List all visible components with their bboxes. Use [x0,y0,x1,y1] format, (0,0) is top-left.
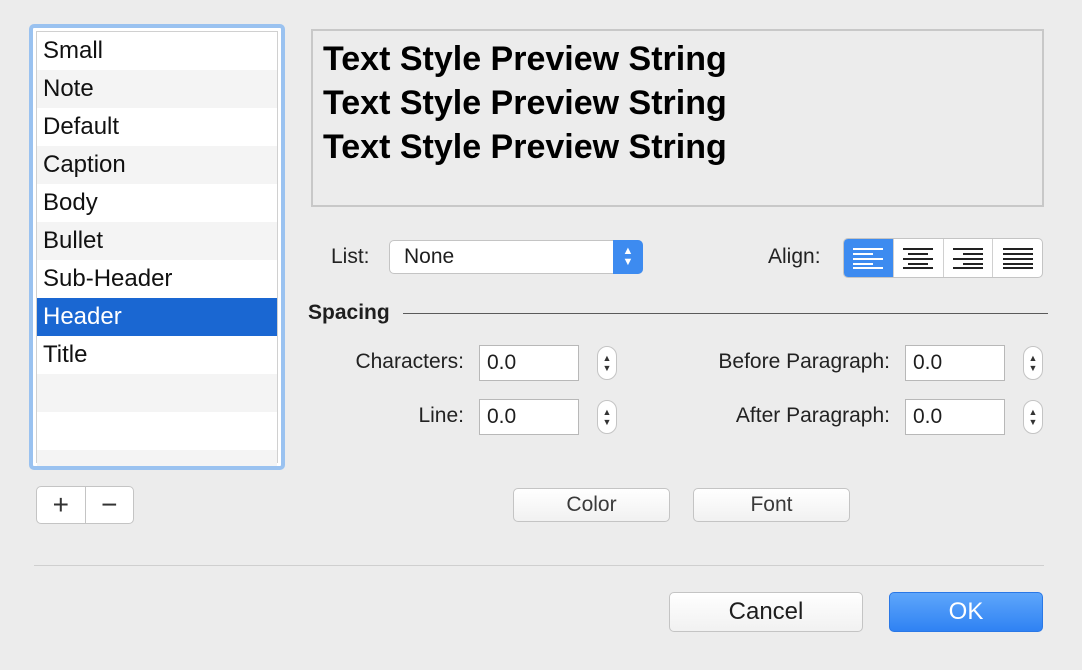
line-label: Line: [418,404,464,427]
characters-label: Characters: [355,350,464,373]
align-label: Align: [768,245,821,268]
list-popup[interactable]: None ▲ ▼ [389,240,643,274]
style-item-default[interactable]: Default [37,108,277,146]
style-item-caption[interactable]: Caption [37,146,277,184]
style-list[interactable]: Small Note Default Caption Body Bullet S… [29,24,285,470]
after-paragraph-field[interactable]: 0.0 [905,399,1005,435]
align-right-icon [952,248,983,269]
color-button[interactable]: Color [513,488,670,522]
style-list-empty-row [37,374,277,412]
align-left-icon [853,248,884,269]
before-paragraph-field[interactable]: 0.0 [905,345,1005,381]
style-list-empty-row [37,450,277,466]
after-paragraph-stepper[interactable]: ▲ ▼ [1023,400,1043,434]
line-field[interactable]: 0.0 [479,399,579,435]
after-paragraph-label: After Paragraph: [735,404,890,427]
style-item-header[interactable]: Header [37,298,277,336]
before-paragraph-stepper[interactable]: ▲ ▼ [1023,346,1043,380]
popup-chevrons-icon: ▲ ▼ [613,240,643,274]
ok-button[interactable]: OK [889,592,1043,632]
align-right-button[interactable] [942,239,993,277]
style-item-body[interactable]: Body [37,184,277,222]
preview-line: Text Style Preview String [323,128,727,166]
spacing-section-title: Spacing [308,301,390,324]
align-justify-icon [1002,248,1033,269]
add-style-button[interactable]: + [37,487,85,523]
align-justify-button[interactable] [992,239,1042,277]
characters-stepper[interactable]: ▲ ▼ [597,346,617,380]
preview-line: Text Style Preview String [323,84,727,122]
style-item-sub-header[interactable]: Sub-Header [37,260,277,298]
cancel-button[interactable]: Cancel [669,592,863,632]
characters-field[interactable]: 0.0 [479,345,579,381]
list-popup-value: None [404,245,455,268]
align-left-button[interactable] [844,239,893,277]
line-stepper[interactable]: ▲ ▼ [597,400,617,434]
style-list-body: Small Note Default Caption Body Bullet S… [36,31,278,466]
font-button[interactable]: Font [693,488,850,522]
align-segmented-control [843,238,1043,278]
remove-style-button[interactable]: − [84,487,134,523]
before-paragraph-label: Before Paragraph: [718,350,890,373]
preview-line: Text Style Preview String [323,40,727,78]
add-remove-control: + − [36,486,134,524]
style-item-title[interactable]: Title [37,336,277,374]
style-item-small[interactable]: Small [37,32,277,70]
style-item-note[interactable]: Note [37,70,277,108]
align-center-button[interactable] [892,239,943,277]
align-center-icon [903,248,934,269]
list-label: List: [331,245,370,268]
style-item-bullet[interactable]: Bullet [37,222,277,260]
spacing-divider [403,313,1048,314]
style-list-empty-row [37,412,277,450]
text-style-preview: Text Style Preview String Text Style Pre… [311,29,1044,207]
dialog-divider [34,565,1044,566]
